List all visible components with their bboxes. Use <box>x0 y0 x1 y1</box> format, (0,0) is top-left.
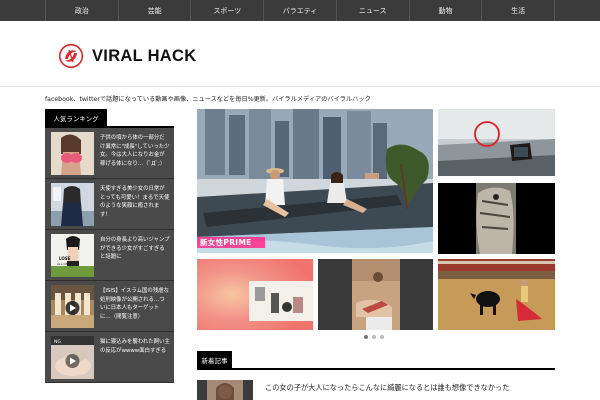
ranking-text-4: 【ISIS】イスラム国の残虐な処刑映像が公開される…ついに日本人もターゲットに…… <box>100 288 169 320</box>
ranking-item-1[interactable]: 子供の頃から体の一部分だけ異常に"成長"していった少女。今は大人になりお金が稼げ… <box>45 128 174 179</box>
ranking-item-3[interactable]: LOSE ALL ON 自分の身長より高いジャンプができる少女がすごすぎると話題… <box>45 230 174 281</box>
carousel-dot-3[interactable] <box>380 335 384 339</box>
carousel-pagination <box>364 335 384 339</box>
ranking-title: 人気ランキング <box>45 109 107 126</box>
ranking-text-2: 天使すぎる美少女の日常がとっても可愛い！まるで天使のような笑顔に癒されます！ <box>100 186 170 218</box>
ranking-text-5: 猫に寝込みを襲われた飼い主の反応がwwww面白すぎる <box>100 339 170 354</box>
new-articles-title: 新着記事 <box>197 351 232 368</box>
ranking-text-1: 子供の頃から体の一部分だけ異常に"成長"していった少女。今は大人になりお金が稼げ… <box>100 135 170 167</box>
ranking-item-2[interactable]: 天使すぎる美少女の日常がとっても可愛い！まるで天使のような笑顔に癒されます！ <box>45 179 174 230</box>
ranking-thumb-5: NG <box>51 336 94 379</box>
carousel-dot-1[interactable] <box>364 335 368 339</box>
featured-article-bullfight[interactable] <box>438 259 555 330</box>
featured-article-car[interactable] <box>438 109 555 176</box>
new-article-thumb-1[interactable] <box>197 380 253 400</box>
new-article-title-1[interactable]: この女の子が大人になったらこんなに綺麗になるとは誰も想像できなかった <box>265 383 555 393</box>
site-header: VIRAL HACK <box>0 21 600 87</box>
carousel-dot-2[interactable] <box>372 335 376 339</box>
featured-article-blur[interactable] <box>197 259 313 330</box>
ranking-item-5[interactable]: NG 猫に寝込みを襲われた飼い主の反応がwwww面白すぎる <box>45 332 174 383</box>
ranking-thumb-1 <box>51 132 94 175</box>
ranking-thumb-3: LOSE ALL ON <box>51 234 94 277</box>
featured-article-floor[interactable] <box>318 259 433 330</box>
ranking-text-3: 自分の身長より高いジャンプができる少女がすごすぎると話題に <box>100 237 170 261</box>
ranking-thumb-2 <box>51 183 94 226</box>
nav-item-politics[interactable]: 政治 <box>46 0 119 21</box>
site-tagline: facebook、twitterで話題になっている動画や画像、ニュースなどを毎日… <box>45 96 371 103</box>
nav-item-variety[interactable]: バラエティ <box>264 0 337 21</box>
ranking-thumb-4 <box>51 285 94 328</box>
ranking-list: 子供の頃から体の一部分だけ異常に"成長"していった少女。今は大人になりお金が稼げ… <box>45 128 174 383</box>
nav-item-life[interactable]: 生活 <box>482 0 556 21</box>
nav-item-entertainment[interactable]: 芸能 <box>119 0 192 21</box>
nav-item-sports[interactable]: スポーツ <box>191 0 265 21</box>
ranking-item-4[interactable]: 【ISIS】イスラム国の残虐な処刑映像が公開される…ついに日本人もターゲットに…… <box>45 281 174 332</box>
featured-article-cat[interactable] <box>438 183 555 254</box>
site-logo-text[interactable]: VIRAL HACK <box>92 47 196 66</box>
featured-overlay-label: 新女性PRIME <box>200 238 252 247</box>
svg-text:LOSE: LOSE <box>59 256 71 261</box>
nav-item-animals[interactable]: 動物 <box>410 0 483 21</box>
svg-text:NG: NG <box>54 339 61 345</box>
svg-text:ALL ON: ALL ON <box>57 262 68 266</box>
viral-hack-logo-icon[interactable] <box>58 43 84 69</box>
nav-item-news[interactable]: ニュース <box>337 0 410 21</box>
top-navigation: 政治 芸能 スポーツ バラエティ ニュース 動物 生活 <box>0 0 600 21</box>
top-navigation-inner: 政治 芸能 スポーツ バラエティ ニュース 動物 生活 <box>45 0 556 21</box>
new-articles-divider <box>197 368 555 370</box>
featured-article-main[interactable]: 新女性PRIME <box>197 109 433 253</box>
